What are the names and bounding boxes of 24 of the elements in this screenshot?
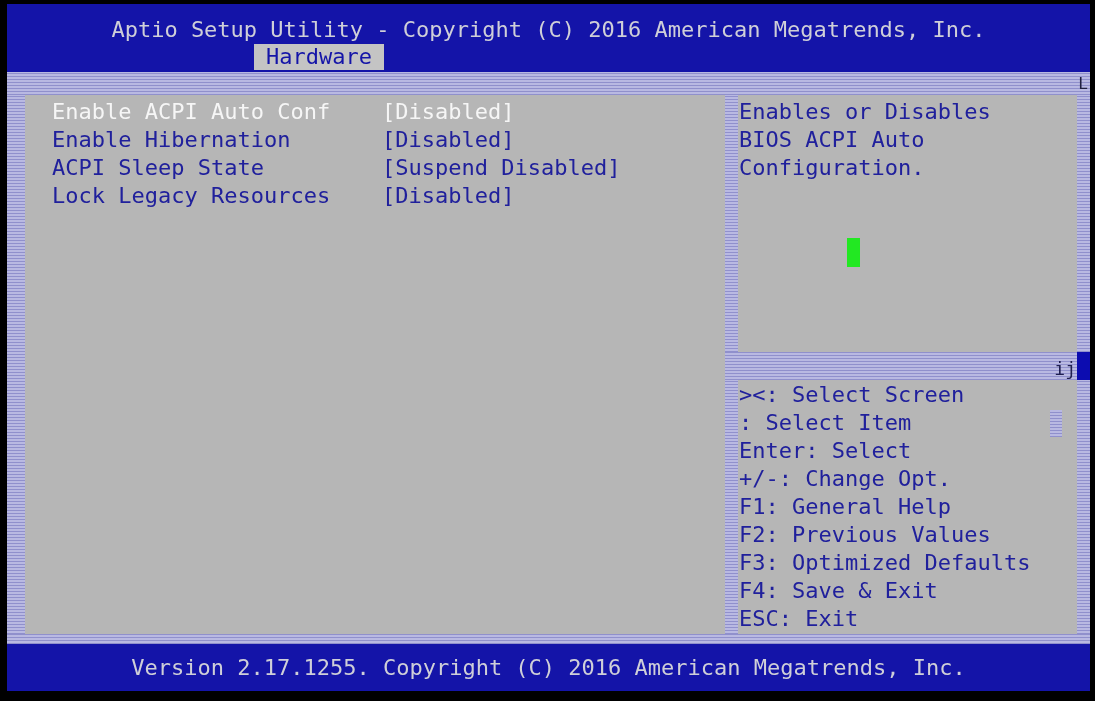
key-help-line: ESC: Exit: [739, 605, 859, 633]
key-help-line: F2: Previous Values: [739, 521, 991, 549]
frame-glyph: L: [1078, 74, 1088, 93]
key-help-line: F3: Optimized Defaults: [739, 549, 1031, 577]
scroll-thumb-icon: [1050, 410, 1062, 437]
cursor-block-icon: [847, 238, 860, 267]
setting-label[interactable]: Enable Hibernation: [52, 126, 382, 154]
key-help-line: Enter: Select: [739, 437, 912, 465]
window-title: Aptio Setup Utility - Copyright (C) 2016 American Megatrends, Inc.: [110, 16, 987, 44]
block-marker-icon: [1077, 352, 1090, 380]
setting-label[interactable]: ACPI Sleep State: [52, 154, 382, 182]
setting-value[interactable]: [Suspend Disabled]: [382, 154, 621, 182]
key-help-line: +/-: Change Opt.: [739, 465, 951, 493]
key-help-line: F1: General Help: [739, 493, 951, 521]
help-text: Enables or Disables BIOS ACPI Auto Configuration.: [739, 98, 992, 182]
setting-label[interactable]: Lock Legacy Resources: [52, 182, 382, 210]
setting-value[interactable]: [Disabled]: [382, 182, 515, 210]
key-help-line: : Select Item: [739, 409, 912, 437]
version-text: Version 2.17.1255. Copyright (C) 2016 American Megatrends, Inc.: [131, 653, 966, 682]
setting-value[interactable]: [Disabled]: [382, 126, 515, 154]
frame-glyph: ij: [1054, 358, 1077, 380]
key-help-line: F4: Save & Exit: [739, 577, 938, 605]
menu-tab[interactable]: Hardware: [254, 44, 384, 70]
key-help-line: ><: Select Screen: [739, 381, 965, 409]
